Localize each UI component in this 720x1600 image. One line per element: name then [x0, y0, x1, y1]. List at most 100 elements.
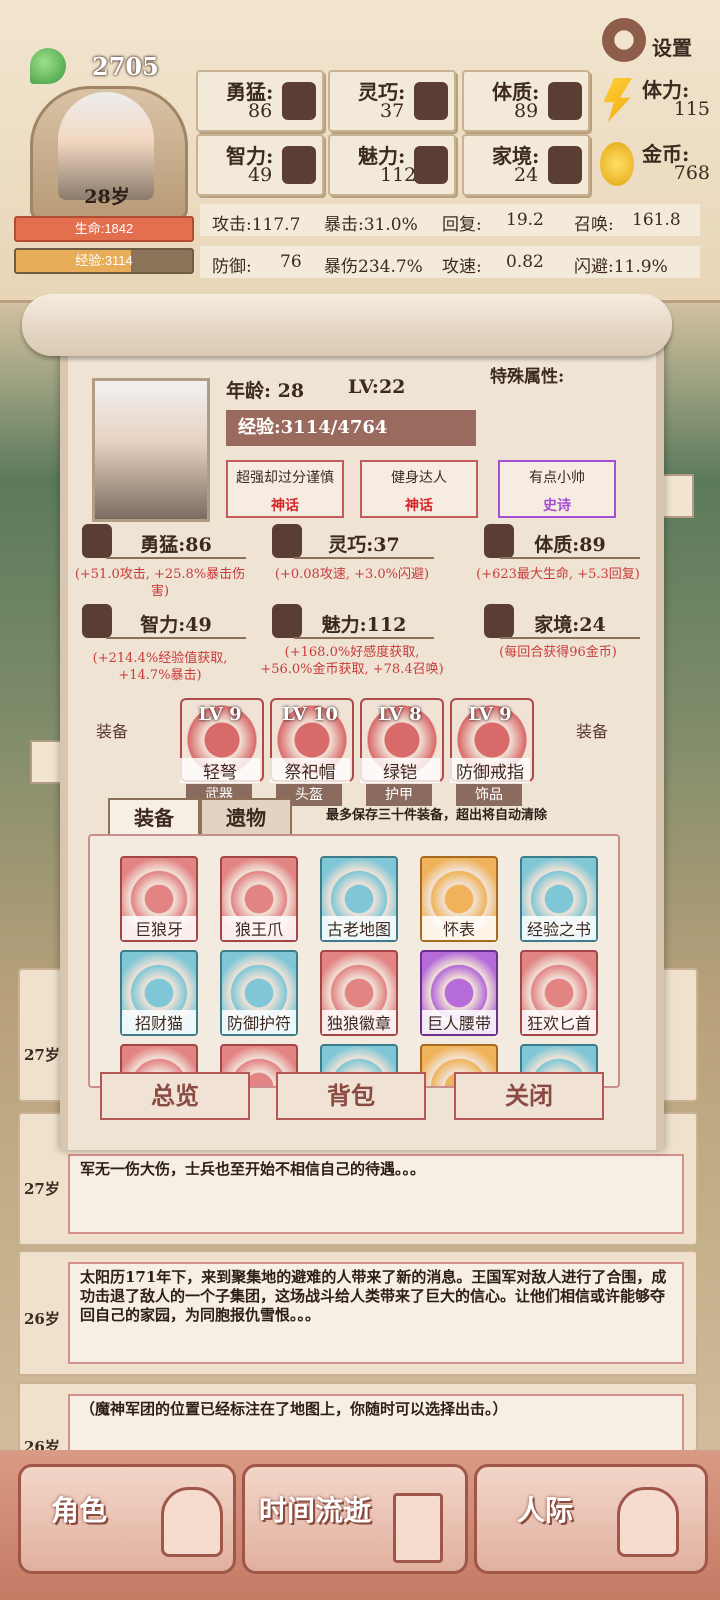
equip-label-right: 装备 — [576, 722, 609, 741]
attr-constitution-desc: (+623最大生命, +5.3回复) — [476, 567, 640, 582]
stat-card-charm[interactable]: 魅力: 112 — [328, 134, 456, 196]
attack-speed-label: 攻速: — [442, 257, 482, 277]
overview-button[interactable]: 总览 — [100, 1072, 250, 1120]
trait-name: 有点小帅 — [529, 470, 585, 486]
trait-card[interactable]: 有点小帅 史诗 — [498, 460, 616, 518]
slot-level: LV 10 — [282, 704, 338, 725]
slot-item-name: 祭祀帽 — [270, 758, 350, 783]
stat-card-intelligence[interactable]: 智力: 49 — [196, 134, 324, 196]
item-name: 怀表 — [422, 916, 496, 940]
stat-value: 24 — [514, 164, 539, 186]
scroll-roll — [22, 294, 672, 356]
nav-label: 角色 — [51, 1494, 108, 1527]
log-age: 27岁 — [24, 1046, 60, 1064]
inventory-item[interactable]: 怀表 — [420, 856, 498, 942]
defense-label: 防御: — [212, 257, 252, 277]
battle-stats-row-2: 防御: 76 暴伤234.7% 攻速: 0.82 闪避:11.9% — [200, 246, 700, 278]
inventory-item[interactable]: 独狼徽章 — [320, 950, 398, 1036]
slot-level: LV 9 — [468, 704, 512, 725]
nav-relations[interactable]: 人际 — [474, 1464, 708, 1574]
log-text: 太阳历171年下，来到聚集地的避难的人带来了新的消息。王国军对敌人进行了合围，成… — [68, 1262, 684, 1364]
slot-type: 饰品 — [456, 784, 522, 806]
close-button[interactable]: 关闭 — [454, 1072, 604, 1120]
life-bar: 生命:1842 — [14, 216, 194, 242]
attr-intelligence-title: 智力:49 — [106, 610, 246, 639]
log-text: （魔神军团的位置已经标注在了地图上，你随时可以选择出击。） — [68, 1394, 684, 1450]
equip-label-left: 装备 — [96, 722, 129, 741]
inventory-grid: 巨狼牙 狼王爪 古老地图 怀表 经验之书 招财猫 防御护符 独狼徽章 巨人腰带 … — [88, 834, 620, 1088]
stat-value: 89 — [514, 100, 539, 122]
crit-stat: 暴击:31.0% — [324, 215, 418, 235]
item-name: 独狼徽章 — [322, 1010, 396, 1034]
gold-coin-icon — [600, 142, 634, 186]
slot-type: 护甲 — [366, 784, 432, 806]
trait-rarity: 神话 — [271, 498, 299, 514]
attr-family-title: 家境:24 — [500, 610, 640, 639]
attr-family-desc: (每回合获得96金币) — [499, 645, 617, 660]
exp-bar: 经验:3114 — [14, 248, 194, 274]
item-name: 防御护符 — [222, 1010, 296, 1034]
battle-stats-row-1: 攻击:117.7 暴击:31.0% 回复: 19.2 召唤: 161.8 — [200, 204, 700, 236]
summon-label: 召唤: — [574, 215, 614, 235]
regen-label: 回复: — [442, 215, 482, 235]
fist-icon — [282, 82, 316, 120]
inventory-item[interactable]: 古老地图 — [320, 856, 398, 942]
hourglass-icon — [393, 1493, 443, 1563]
panel-exp: 经验:3114/4764 — [226, 410, 476, 446]
slot-level: LV 8 — [378, 704, 422, 725]
slot-item-name: 轻弩 — [180, 758, 260, 783]
inventory-item[interactable]: 经验之书 — [520, 856, 598, 942]
item-name: 巨狼牙 — [122, 916, 196, 940]
tab-equipment[interactable]: 装备 — [108, 798, 200, 836]
tab-relics[interactable]: 遗物 — [200, 798, 292, 836]
trait-card[interactable]: 超强却过分谨慎 神话 — [226, 460, 344, 518]
settings-button[interactable]: 设置 — [602, 18, 702, 62]
nav-label: 人际 — [517, 1494, 574, 1527]
defense-value: 76 — [280, 252, 302, 272]
muscle-arm-icon — [548, 82, 582, 120]
nav-time-pass[interactable]: 时间流逝 — [242, 1464, 468, 1574]
character-icon — [161, 1487, 223, 1557]
stat-card-constitution[interactable]: 体质: 89 — [462, 70, 590, 132]
nav-label: 时间流逝 — [259, 1494, 372, 1527]
item-name: 狼王爪 — [222, 916, 296, 940]
inventory-item[interactable]: 狼王爪 — [220, 856, 298, 942]
inventory-note: 最多保存三十件装备，超出将自动清除 — [326, 808, 548, 823]
backpack-button[interactable]: 背包 — [276, 1072, 426, 1120]
people-icon — [617, 1487, 679, 1557]
attr-agility-desc: (+0.08攻速, +3.0%闪避) — [274, 567, 430, 582]
stat-card-valor[interactable]: 勇猛: 86 — [196, 70, 324, 132]
inventory-item[interactable]: 招财猫 — [120, 950, 198, 1036]
trait-card[interactable]: 健身达人 神话 — [360, 460, 478, 518]
stat-card-agility[interactable]: 灵巧: 37 — [328, 70, 456, 132]
exp-bar-label: 经验:3114 — [75, 253, 133, 268]
slot-level: LV 9 — [198, 704, 242, 725]
inventory-item[interactable]: 防御护符 — [220, 950, 298, 1036]
inventory-item[interactable]: 巨人腰带 — [420, 950, 498, 1036]
stat-value: 37 — [380, 100, 405, 122]
special-attributes-label: 特殊属性: — [490, 367, 565, 387]
trait-rarity: 神话 — [405, 498, 433, 514]
nav-character[interactable]: 角色 — [18, 1464, 236, 1574]
item-name: 巨人腰带 — [422, 1010, 496, 1034]
dodge-stat: 闪避:11.9% — [574, 257, 668, 277]
attr-valor-desc: (+51.0攻击, +25.8%暴击伤害) — [74, 567, 246, 599]
slot-item-name: 防御戒指 — [450, 758, 530, 783]
spirit-count: 2705 — [92, 52, 159, 81]
inventory-item[interactable]: 巨狼牙 — [120, 856, 198, 942]
gold-value: 768 — [673, 162, 710, 184]
stat-value: 112 — [380, 164, 417, 186]
age-label: 28岁 — [84, 186, 130, 208]
inventory-item[interactable]: 狂欢匕首 — [520, 950, 598, 1036]
gold-stat: 金币: 768 — [598, 134, 716, 192]
spirit-leaf-icon — [30, 48, 66, 84]
attr-charm-title: 魅力:112 — [294, 610, 434, 639]
log-age: 26岁 — [24, 1310, 60, 1328]
stat-card-family[interactable]: 家境: 24 — [462, 134, 590, 196]
log-entry: 26岁 太阳历171年下，来到聚集地的避难的人带来了新的消息。王国军对敌人进行了… — [18, 1250, 698, 1376]
character-portrait — [92, 378, 210, 522]
log-entry: 26岁 （魔神军团的位置已经标注在了地图上，你随时可以选择出击。） — [18, 1382, 698, 1452]
lightning-icon — [603, 78, 632, 122]
stamina-value: 115 — [673, 98, 710, 120]
item-name: 经验之书 — [522, 916, 596, 940]
